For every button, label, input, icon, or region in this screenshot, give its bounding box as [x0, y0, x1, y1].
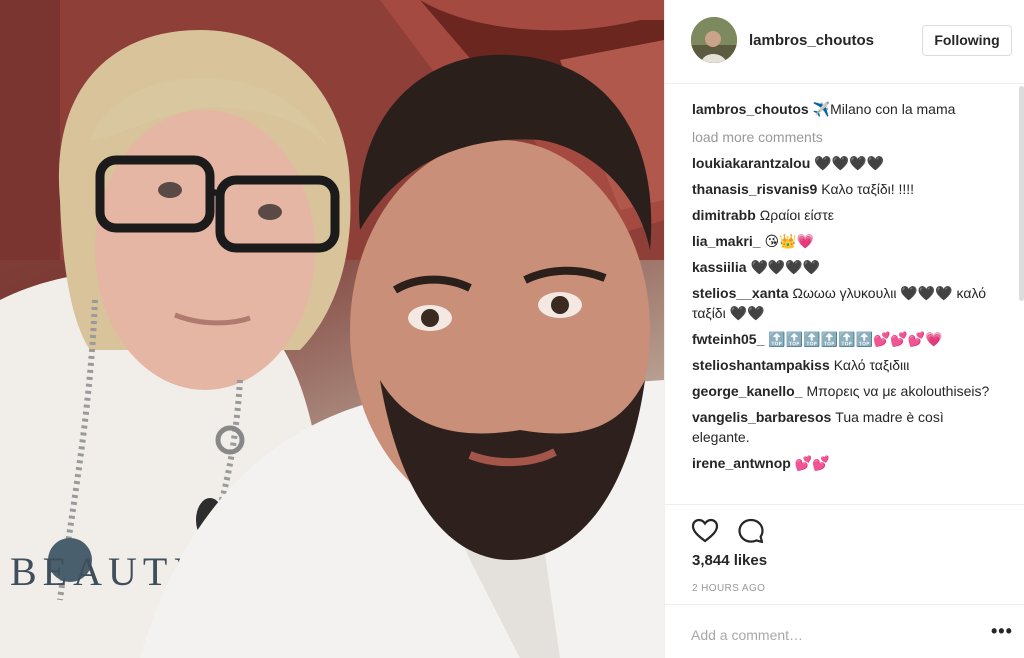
- comment-text: 💕💕: [794, 455, 830, 471]
- comment-text: Καλό ταξιδιιι: [833, 357, 910, 373]
- comment-text: Καλο ταξίδι! !!!!: [821, 181, 915, 197]
- comment-icon[interactable]: [737, 517, 765, 545]
- post-photo[interactable]: BEAUTIFUL: [0, 0, 664, 658]
- post-actions: [665, 504, 1024, 544]
- likes-count[interactable]: 3,844 likes: [692, 552, 767, 569]
- comment-username[interactable]: stelioshantampakiss: [692, 357, 830, 373]
- comment-item: kassiilia 🖤🖤🖤🖤: [692, 257, 992, 277]
- comment-username[interactable]: fwteinh05_: [692, 331, 764, 347]
- comment-input[interactable]: [691, 623, 961, 647]
- avatar-image: [691, 17, 737, 63]
- heart-icon[interactable]: [691, 517, 719, 545]
- comment-item: thanasis_risvanis9 Καλο ταξίδι! !!!!: [692, 179, 992, 199]
- comments-scrollbar[interactable]: [1019, 86, 1024, 301]
- comment-item: dimitrabb Ωραίοι είστε: [692, 205, 992, 225]
- comment-text: 😘👑💗: [764, 233, 814, 249]
- comment-username[interactable]: loukiakarantzalou: [692, 155, 810, 171]
- header-username[interactable]: lambros_choutos: [749, 32, 874, 49]
- comment-item: loukiakarantzalou 🖤🖤🖤🖤: [692, 153, 992, 173]
- post-header: lambros_choutos Following: [665, 0, 1024, 84]
- comment-text: 🔝🔝🔝🔝🔝🔝💕💕💕💗: [768, 331, 943, 347]
- caption-text: ✈️Milano con la mama: [812, 101, 956, 117]
- comment-item: irene_antwnop 💕💕: [692, 453, 992, 473]
- selfie-illustration: BEAUTIFUL: [0, 0, 664, 658]
- comment-item: fwteinh05_ 🔝🔝🔝🔝🔝🔝💕💕💕💗: [692, 329, 992, 349]
- comment-username[interactable]: george_kanello_: [692, 383, 803, 399]
- comment-text: 🖤🖤🖤🖤: [750, 259, 821, 275]
- load-more-comments-link[interactable]: load more comments: [692, 127, 992, 147]
- comments-list: lambros_choutos ✈️Milano con la mama load…: [692, 99, 992, 479]
- post-side-panel: lambros_choutos Following lambros_chouto…: [664, 0, 1024, 658]
- post-timestamp[interactable]: 2 HOURS AGO: [692, 583, 765, 594]
- caption-username[interactable]: lambros_choutos: [692, 101, 809, 117]
- comment-username[interactable]: irene_antwnop: [692, 455, 791, 471]
- comment-text: 🖤🖤🖤🖤: [814, 155, 884, 171]
- comment-item: stelioshantampakiss Καλό ταξιδιιι: [692, 355, 992, 375]
- post-caption: lambros_choutos ✈️Milano con la mama: [692, 99, 992, 119]
- comment-username[interactable]: vangelis_barbaresos: [692, 409, 831, 425]
- comment-username[interactable]: thanasis_risvanis9: [692, 181, 817, 197]
- avatar[interactable]: [691, 17, 737, 63]
- comment-item: stelios__xanta Ωωωω γλυκουλιι 🖤🖤🖤 καλό τα…: [692, 283, 992, 323]
- more-options-icon[interactable]: •••: [991, 621, 1013, 642]
- following-button[interactable]: Following: [922, 25, 1012, 56]
- comment-bar: •••: [665, 604, 1024, 658]
- comment-text: Ωραίοι είστε: [759, 207, 834, 223]
- comment-item: vangelis_barbaresos Tua madre è così eleg…: [692, 407, 992, 447]
- comment-username[interactable]: dimitrabb: [692, 207, 756, 223]
- comment-item: george_kanello_ Μπορεις να με akolouthise…: [692, 381, 992, 401]
- comment-username[interactable]: kassiilia: [692, 259, 747, 275]
- comment-item: lia_makri_ 😘👑💗: [692, 231, 992, 251]
- comment-text: Μπορεις να με akolouthiseis?: [806, 383, 990, 399]
- comment-username[interactable]: lia_makri_: [692, 233, 761, 249]
- comment-username[interactable]: stelios__xanta: [692, 285, 789, 301]
